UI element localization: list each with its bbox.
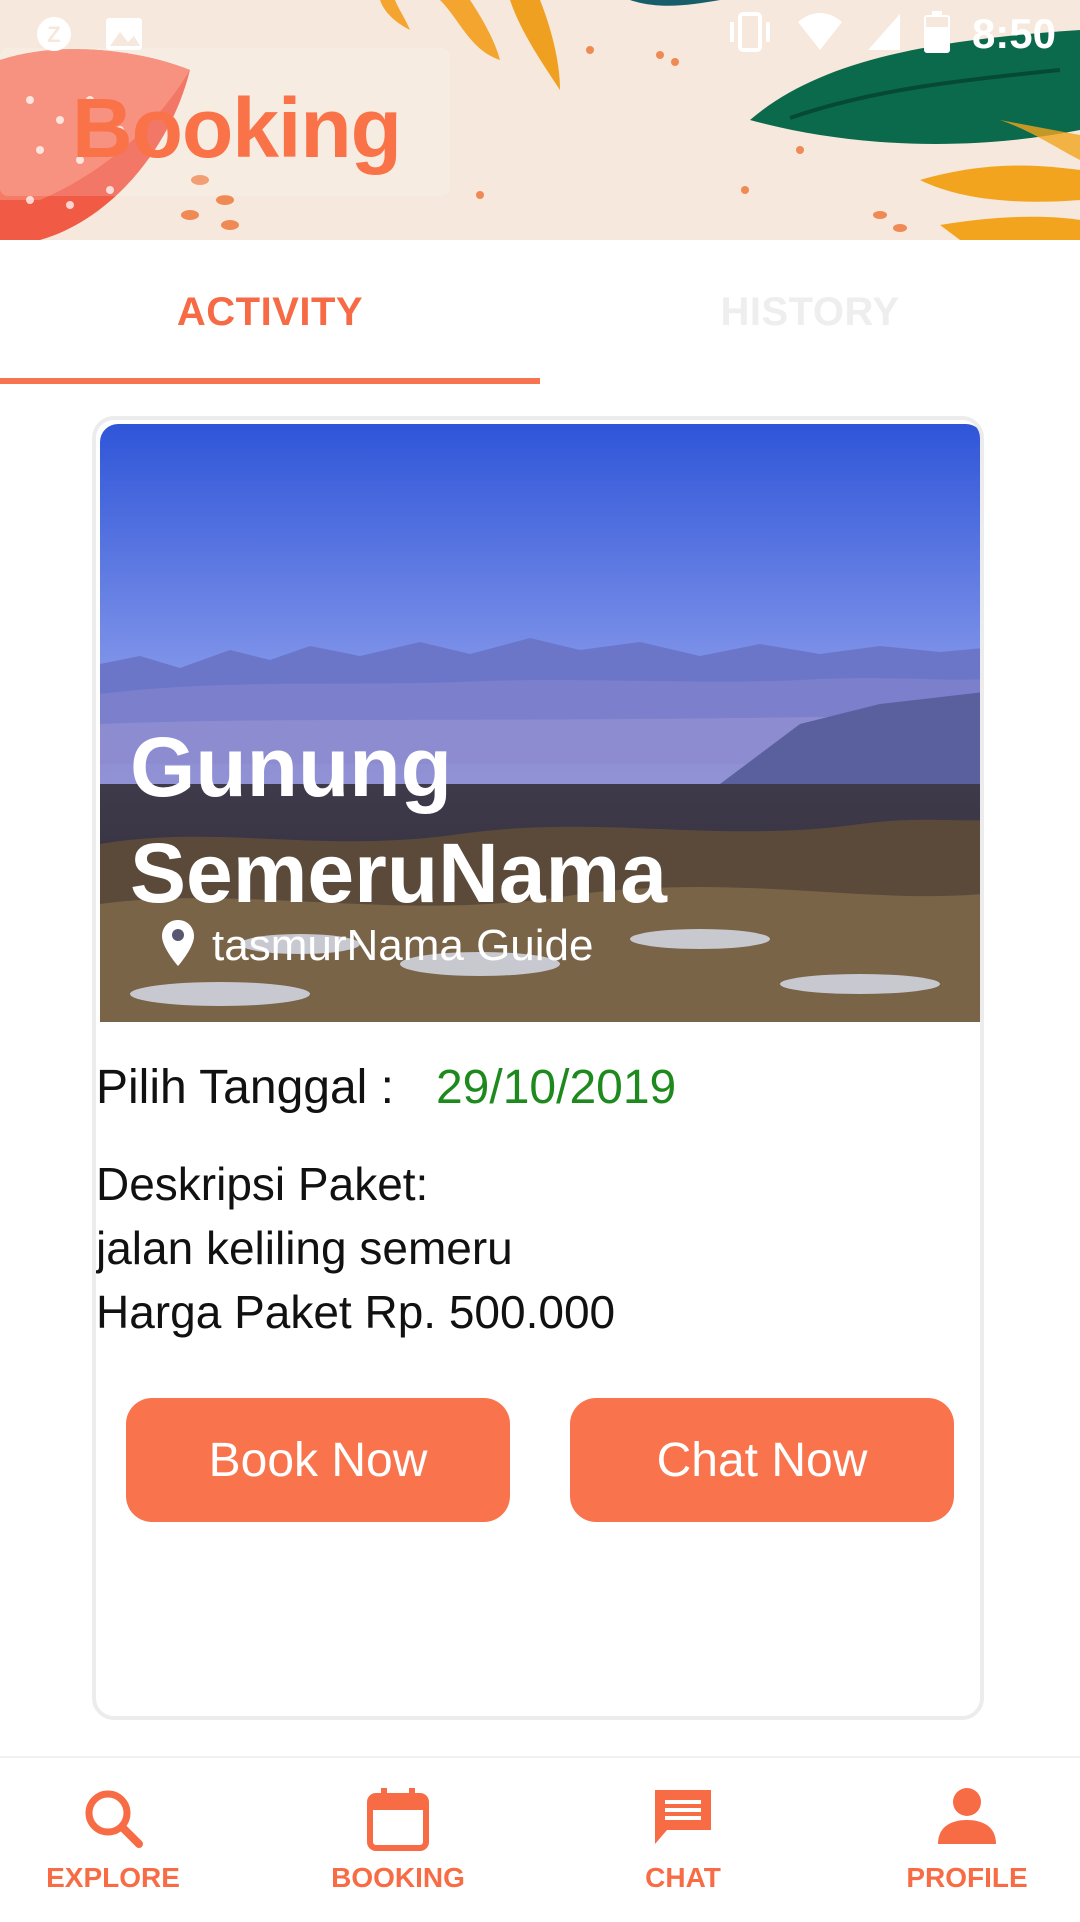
status-clock: 8:50: [971, 10, 1056, 57]
chat-icon: [651, 1786, 715, 1853]
notification-app-icon: Z: [34, 14, 74, 54]
status-bar: Z 8:50: [0, 0, 1080, 76]
nav-explore-label: EXPLORE: [46, 1862, 180, 1893]
nav-profile[interactable]: PROFILE: [867, 1758, 1067, 1922]
nav-profile-label: PROFILE: [906, 1862, 1028, 1893]
calendar-icon: [367, 1786, 429, 1857]
location-pin-icon: [160, 918, 196, 973]
chat-now-button[interactable]: Chat Now: [570, 1398, 954, 1522]
package-description: Deskripsi Paket: jalan keliling semeru H…: [96, 1152, 615, 1344]
tab-bar: ACTIVITY HISTORY: [0, 240, 1080, 384]
destination-title-line2: SemeruNama: [130, 826, 667, 920]
date-label: Pilih Tanggal :: [96, 1061, 394, 1114]
header-banner: Booking Z 8:50: [0, 0, 1080, 240]
description-label: Deskripsi Paket:: [96, 1158, 429, 1210]
destination-image: Gunung SemeruNama tasmurNama Guide: [100, 424, 980, 1022]
search-icon: [81, 1786, 145, 1855]
date-picker-value[interactable]: 29/10/2019: [436, 1060, 676, 1115]
tab-history[interactable]: HISTORY: [540, 240, 1080, 384]
guide-row: tasmurNama Guide: [160, 918, 593, 973]
booking-card: Gunung SemeruNama tasmurNama Guide Pilih…: [92, 416, 984, 1720]
tab-activity[interactable]: ACTIVITY: [0, 240, 540, 384]
cellular-signal-icon: [866, 12, 902, 57]
destination-title-line1: Gunung: [130, 720, 452, 814]
nav-chat[interactable]: CHAT: [583, 1758, 783, 1922]
bottom-navigation: EXPLORE BOOKING CHAT PROFILE: [0, 1756, 1080, 1922]
description-text: jalan keliling semeru: [96, 1222, 513, 1274]
image-notification-icon: [104, 14, 144, 54]
date-row: Pilih Tanggal : 29/10/2019: [96, 1060, 676, 1115]
nav-booking-label: BOOKING: [331, 1862, 465, 1893]
nav-explore[interactable]: EXPLORE: [13, 1758, 213, 1922]
svg-text:Z: Z: [47, 22, 60, 47]
nav-chat-label: CHAT: [645, 1862, 721, 1893]
book-now-button[interactable]: Book Now: [126, 1398, 510, 1522]
vibrate-icon: [726, 11, 774, 57]
destination-title: Gunung SemeruNama: [130, 714, 950, 926]
nav-booking[interactable]: BOOKING: [298, 1758, 498, 1922]
battery-icon: [923, 10, 950, 58]
wifi-icon: [796, 12, 844, 57]
page-title: Booking: [72, 81, 402, 175]
guide-name: tasmurNama Guide: [212, 920, 594, 970]
package-price: Harga Paket Rp. 500.000: [96, 1286, 616, 1338]
person-icon: [936, 1786, 998, 1851]
